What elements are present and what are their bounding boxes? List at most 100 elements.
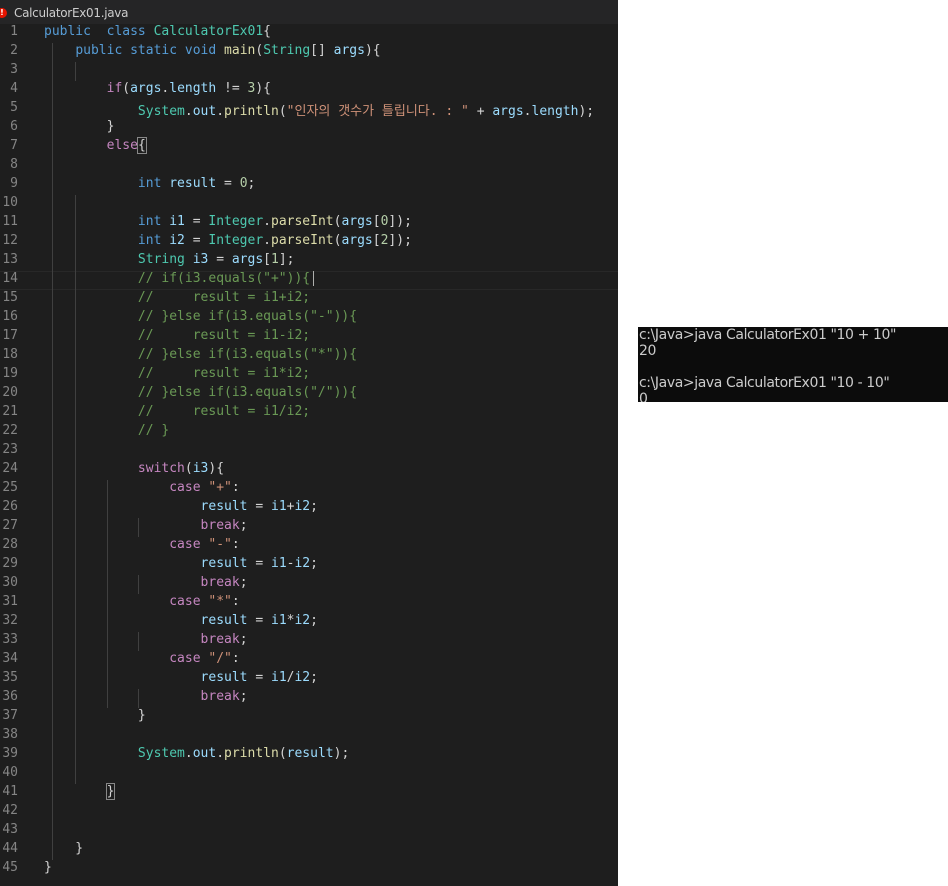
code-line[interactable]: 45} <box>0 860 618 879</box>
code-line[interactable]: 20 // }else if(i3.equals("/")){ <box>0 385 618 404</box>
line-number: 32 <box>2 613 18 628</box>
code-line[interactable]: 40 <box>0 765 618 784</box>
code-line[interactable]: 19 // result = i1*i2; <box>0 366 618 385</box>
code-line[interactable]: 3 <box>0 62 618 81</box>
code-line[interactable]: 28 case "-": <box>0 537 618 556</box>
code-line[interactable]: 21 // result = i1/i2; <box>0 404 618 423</box>
code-token: i2 <box>294 613 311 628</box>
code-text: result = i1+i2; <box>44 499 318 514</box>
code-token: static <box>130 43 178 58</box>
code-token: case <box>169 651 201 666</box>
console-line: c:\Java>java CalculatorEx01 "10 + 10" <box>639 327 897 343</box>
indent-guide <box>137 518 139 537</box>
code-line[interactable]: 6 } <box>0 119 618 138</box>
code-token: args <box>231 252 264 267</box>
line-number: 5 <box>10 100 18 115</box>
code-line[interactable]: 15 // result = i1+i2; <box>0 290 618 309</box>
code-line[interactable]: 2 public static void main(String[] args)… <box>0 43 618 62</box>
line-number: 2 <box>10 43 18 58</box>
code-line[interactable]: 12 int i2 = Integer.parseInt(args[2]); <box>0 233 618 252</box>
code-token: i1 <box>271 556 287 571</box>
terminal-window[interactable]: c:\Java>java CalculatorEx01 "10 + 10" 20 c… <box>638 327 948 402</box>
code-text: System.out.println("인자의 갯수가 틀립니다. : " + … <box>44 100 594 119</box>
code-line[interactable]: 23 <box>0 442 618 461</box>
code-line[interactable]: 31 case "*": <box>0 594 618 613</box>
code-line[interactable]: 38 <box>0 727 618 746</box>
code-token: CalculatorEx01 <box>153 24 264 39</box>
code-token: ; <box>239 518 248 533</box>
code-token: : <box>231 651 240 666</box>
code-token: String <box>137 252 185 267</box>
code-line[interactable]: 43 <box>0 822 618 841</box>
code-token: // result = i1+i2; <box>137 290 311 305</box>
code-line[interactable]: 16 // }else if(i3.equals("-")){ <box>0 309 618 328</box>
code-line[interactable]: 36 break; <box>0 689 618 708</box>
code-token: ; <box>247 176 256 191</box>
code-line[interactable]: 29 result = i1-i2; <box>0 556 618 575</box>
code-line[interactable]: 44 } <box>0 841 618 860</box>
code-token: . <box>263 214 271 229</box>
indent-guide <box>137 575 139 594</box>
line-number: 30 <box>2 575 18 590</box>
code-line[interactable]: 33 break; <box>0 632 618 651</box>
code-line[interactable]: 5 System.out.println("인자의 갯수가 틀립니다. : " … <box>0 100 618 119</box>
code-line[interactable]: 25 case "+": <box>0 480 618 499</box>
code-line[interactable]: 37 } <box>0 708 618 727</box>
indent-guide <box>75 62 77 81</box>
code-token: } <box>44 841 84 856</box>
line-number: 20 <box>2 385 18 400</box>
code-line[interactable]: 24 switch(i3){ <box>0 461 618 480</box>
code-text: result = i1/i2; <box>44 670 318 685</box>
code-line[interactable]: 1 public class CalculatorEx01{ <box>0 24 618 43</box>
code-line[interactable]: 7 else{ <box>0 137 618 157</box>
code-line[interactable]: 11 int i1 = Integer.parseInt(args[0]); <box>0 214 618 233</box>
tab-file-title[interactable]: CalculatorEx01.java <box>14 6 128 20</box>
line-number: 27 <box>2 518 18 533</box>
code-token: ]; <box>278 252 295 267</box>
code-text: // if(i3.equals("+")){ <box>44 271 315 286</box>
code-token: ); <box>578 104 595 119</box>
code-line[interactable]: 35 result = i1/i2; <box>0 670 618 689</box>
code-editor[interactable]: ! CalculatorEx01.java 1 public class Calc… <box>0 0 618 886</box>
code-text: } <box>44 860 52 875</box>
code-token: "/" <box>208 651 232 666</box>
code-line[interactable]: 42 <box>0 803 618 822</box>
code-line[interactable]: 4 if(args.length != 3){ <box>0 81 618 100</box>
code-line[interactable]: 10 <box>0 195 618 214</box>
line-number: 8 <box>10 157 18 172</box>
code-line[interactable]: 30 break; <box>0 575 618 594</box>
code-text: public static void main(String[] args){ <box>44 43 380 58</box>
code-line[interactable]: 26 result = i1+i2; <box>0 499 618 518</box>
code-line[interactable]: 9 int result = 0; <box>0 176 618 195</box>
console-line: 0 <box>639 391 648 402</box>
code-line[interactable]: 41 } <box>0 783 618 803</box>
line-number: 43 <box>2 822 18 837</box>
line-number: 19 <box>2 366 18 381</box>
code-line[interactable]: 39 System.out.println(result); <box>0 746 618 765</box>
code-token: } <box>44 708 146 723</box>
code-token: i2 <box>294 556 311 571</box>
code-line[interactable]: 32 result = i1*i2; <box>0 613 618 632</box>
code-area[interactable]: 1 public class CalculatorEx01{2 public st… <box>0 24 618 879</box>
code-line[interactable]: 18 // }else if(i3.equals("*")){ <box>0 347 618 366</box>
code-token: length <box>531 104 579 119</box>
code-token: int <box>137 214 162 229</box>
code-line[interactable]: 14 // if(i3.equals("+")){ <box>0 271 618 290</box>
code-token: i2 <box>169 233 185 248</box>
code-token: } <box>105 783 116 800</box>
code-line[interactable]: 27 break; <box>0 518 618 537</box>
code-line[interactable]: 13 String i3 = args[1]; <box>0 252 618 271</box>
code-line[interactable]: 17 // result = i1-i2; <box>0 328 618 347</box>
code-line[interactable]: 8 <box>0 157 618 176</box>
code-line[interactable]: 34 case "/": <box>0 651 618 670</box>
code-token: i1 <box>169 214 185 229</box>
code-line[interactable]: 22 // } <box>0 423 618 442</box>
code-token: int <box>137 176 162 191</box>
code-token: break <box>200 689 240 704</box>
